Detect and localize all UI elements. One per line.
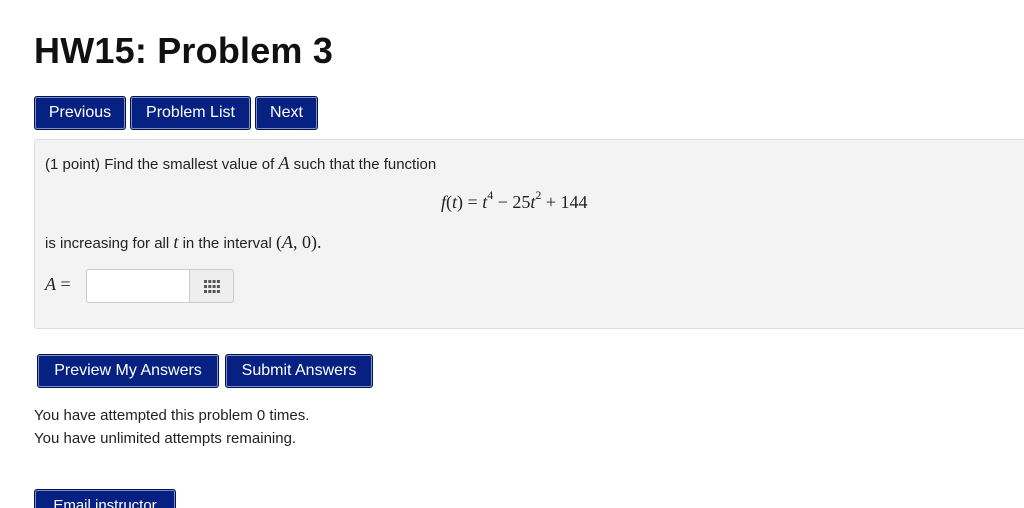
condition-mid: in the interval	[182, 235, 272, 252]
term2-exponent: 2	[535, 188, 542, 202]
problem-statement: (1 point) Find the smallest value of A s…	[45, 153, 436, 174]
condition-variable: t	[173, 232, 179, 252]
constant-term: 144	[560, 192, 588, 212]
term2-coefficient: 25	[512, 192, 531, 212]
submit-answers-button[interactable]: Submit Answers	[225, 354, 373, 388]
equation-editor-button[interactable]	[189, 269, 234, 303]
attempts-status: You have attempted this problem 0 times.	[34, 407, 310, 424]
answer-input[interactable]	[86, 269, 190, 303]
problem-intro: Find the smallest value of	[104, 156, 275, 173]
email-instructor-button[interactable]: Email instructor	[34, 489, 176, 508]
problem-list-button[interactable]: Problem List	[130, 96, 251, 130]
remaining-status: You have unlimited attempts remaining.	[34, 430, 297, 447]
intro-variable: A	[278, 153, 290, 173]
grid-icon	[204, 280, 220, 293]
answer-variable: A	[45, 274, 56, 294]
interval-rest: , 0).	[292, 232, 322, 252]
equals-sign: =	[467, 192, 478, 212]
plus-sign: +	[545, 192, 557, 212]
problem-points: (1 point)	[45, 156, 101, 173]
problem-intro-tail: such that the function	[293, 156, 437, 173]
interval-variable: A	[281, 232, 293, 252]
preview-answers-button[interactable]: Preview My Answers	[37, 354, 219, 388]
page-title: HW15: Problem 3	[34, 30, 334, 71]
minus-sign: −	[497, 192, 508, 212]
condition-prefix: is increasing for all	[45, 235, 170, 252]
answer-equals: =	[60, 274, 71, 294]
function-equation: f(t) = t4 − 25t2 + 144	[441, 188, 588, 213]
problem-condition: is increasing for all t in the interval …	[45, 232, 321, 253]
term1-exponent: 4	[487, 188, 494, 202]
answer-label: A =	[45, 274, 71, 295]
next-button[interactable]: Next	[255, 96, 318, 130]
page: HW15: Problem 3 Previous Problem List Ne…	[0, 0, 1024, 508]
paren-close: )	[457, 192, 464, 212]
previous-button[interactable]: Previous	[34, 96, 126, 130]
